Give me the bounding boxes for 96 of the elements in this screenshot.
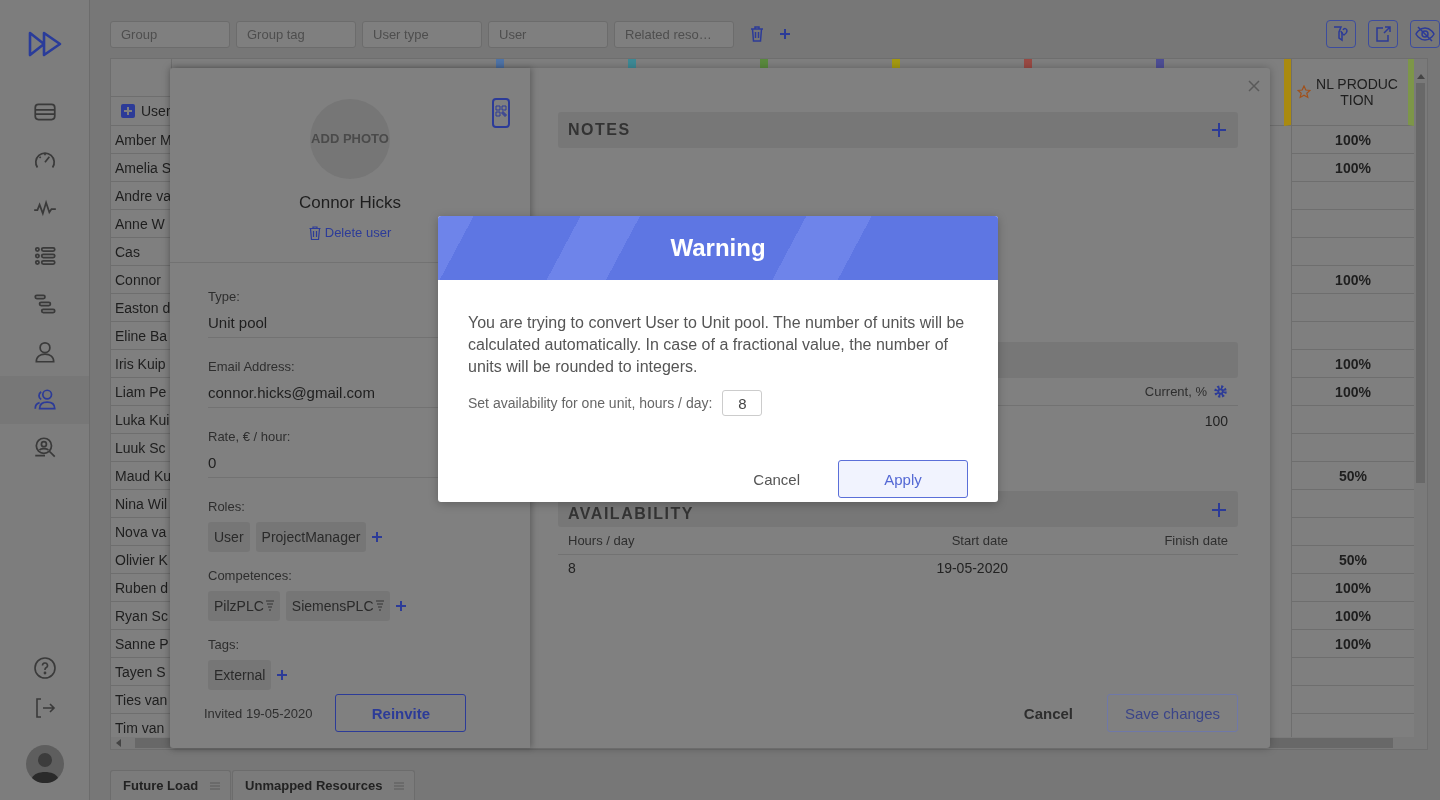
- scroll-up-icon: [1416, 73, 1425, 79]
- apply-button[interactable]: Apply: [838, 460, 968, 498]
- eye-off-icon: [1415, 25, 1435, 43]
- table-cell: 100%: [1335, 355, 1371, 372]
- field-label: Rate, € / hour:: [208, 429, 291, 444]
- avatar: [25, 745, 64, 783]
- table-cell: 50%: [1339, 551, 1367, 568]
- users-icon: [31, 387, 58, 413]
- add-icon: [395, 601, 406, 611]
- table-cell-text: Olivier K: [114, 551, 168, 568]
- table-cell-text: Nova va: [114, 523, 167, 540]
- table-cell-text: Tayen S: [114, 663, 166, 680]
- field-label: Roles:: [208, 499, 245, 514]
- table-cell-text: 8: [568, 560, 577, 576]
- trash-icon: [750, 26, 764, 42]
- table-cell: 100%: [1335, 159, 1371, 176]
- tag-chip[interactable]: SiemensPLC: [285, 591, 390, 621]
- table-cell-text: Liam Pe: [114, 383, 167, 400]
- level-icon: [375, 600, 384, 612]
- nav-item[interactable]: [0, 376, 89, 424]
- table-cell: 19-05-2020: [936, 560, 1008, 576]
- field-label: Tags:: [208, 637, 240, 652]
- help-icon: [32, 656, 57, 680]
- table-cell: 100%: [1335, 271, 1371, 288]
- tag-chip[interactable]: External: [208, 660, 272, 690]
- field-value: connor.hicks@gmail.com: [208, 384, 375, 401]
- table-cell-text: Luuk Sc: [114, 439, 166, 456]
- cancel-button[interactable]: Cancel: [747, 469, 806, 489]
- field-value: 0: [208, 454, 217, 471]
- table-cell-text: Eline Ba: [114, 327, 168, 344]
- table-cell: 50%: [1339, 467, 1367, 484]
- export-icon: [1374, 25, 1392, 43]
- field-label: Set availability for one unit, hours / day:: [468, 395, 713, 411]
- trash-icon: [308, 225, 321, 240]
- section-title: AVAILABILITY: [568, 505, 694, 523]
- close-icon: [1248, 80, 1260, 92]
- column-header: Hours / day: [568, 533, 636, 548]
- table-cell-text: Cas: [114, 243, 140, 260]
- logo-icon: [26, 30, 63, 58]
- table-cell-text: Tim van: [114, 719, 165, 736]
- scroll-left-icon: [115, 739, 121, 747]
- panel-tab[interactable]: Unmapped Resources: [232, 770, 416, 800]
- table-cell-text: Sanne P: [114, 635, 169, 652]
- tag-chip[interactable]: User: [208, 522, 250, 552]
- table-cell-text: Amelia S: [114, 159, 171, 176]
- reinvite-button[interactable]: Reinvite: [335, 694, 467, 732]
- table-cell: 100%: [1335, 635, 1371, 652]
- table-cell-text: Iris Kuip: [114, 355, 166, 372]
- column-header: Current, %: [1144, 384, 1207, 399]
- table-cell-text: Luka Kui: [114, 411, 170, 428]
- field-label: Email Address:: [208, 359, 295, 374]
- filter-favorite-button[interactable]: [1326, 20, 1356, 48]
- table-cell-text: Ruben d: [114, 579, 168, 596]
- warning-message: You are trying to convert User to Unit pool. The number of units will be calculated automatically. In case of a fractional value, the number of units will be rounded to integers.: [468, 313, 966, 377]
- add-user-icon: [121, 104, 135, 118]
- table-cell: 100%: [1335, 383, 1371, 400]
- phone-qr-icon: [492, 98, 510, 128]
- invite-status: Invited 19-05-2020: [204, 705, 313, 721]
- field-value: Unit pool: [208, 314, 268, 331]
- table-cell-text: Connor: [114, 271, 161, 288]
- add-icon: [372, 532, 383, 542]
- table-cell-text: Anne W: [114, 215, 165, 232]
- panel-tab[interactable]: Future Load: [110, 770, 232, 800]
- table-cell: 100: [1204, 413, 1228, 429]
- table-cell-text: Maud Ku: [114, 467, 171, 484]
- tag-chip[interactable]: PilzPLC: [208, 591, 280, 621]
- add-icon: [1212, 503, 1226, 517]
- table-cell-text: Nina Wil: [114, 495, 168, 512]
- cancel-button[interactable]: Cancel: [1017, 703, 1079, 723]
- star-icon: [1297, 85, 1311, 99]
- table-cell-text: Ties van: [114, 691, 168, 708]
- section-title: NOTES: [568, 121, 631, 139]
- add-icon: [277, 670, 288, 680]
- field-label: Type:: [208, 289, 240, 304]
- column-header: Start date: [951, 533, 1008, 548]
- column-header: User: [141, 103, 171, 119]
- table-cell-text: Easton d: [114, 299, 171, 316]
- level-icon: [265, 600, 274, 612]
- delete-user-link[interactable]: Delete user: [308, 225, 392, 240]
- column-header: Finish date: [1164, 533, 1228, 548]
- field-label: Competences:: [208, 568, 292, 583]
- export-button[interactable]: [1368, 20, 1398, 48]
- hours-field[interactable]: 8: [722, 390, 763, 416]
- tag-chip[interactable]: ProjectManager: [255, 522, 367, 552]
- table-cell-text: Andre va: [114, 187, 171, 204]
- table-cell: 100%: [1335, 579, 1371, 596]
- user-name: Connor Hicks: [298, 193, 401, 213]
- dialog-title: Warning: [670, 234, 766, 262]
- table-cell: 100%: [1335, 607, 1371, 624]
- table-cell-text: Ryan Sc: [114, 607, 168, 624]
- table-cell: 100%: [1335, 131, 1371, 148]
- hide-button[interactable]: [1410, 20, 1440, 48]
- column-header: NL PRODUCTION: [1315, 76, 1399, 108]
- plus-icon: [779, 28, 791, 40]
- gantt-icon: [31, 291, 58, 317]
- add-icon: [1212, 123, 1226, 137]
